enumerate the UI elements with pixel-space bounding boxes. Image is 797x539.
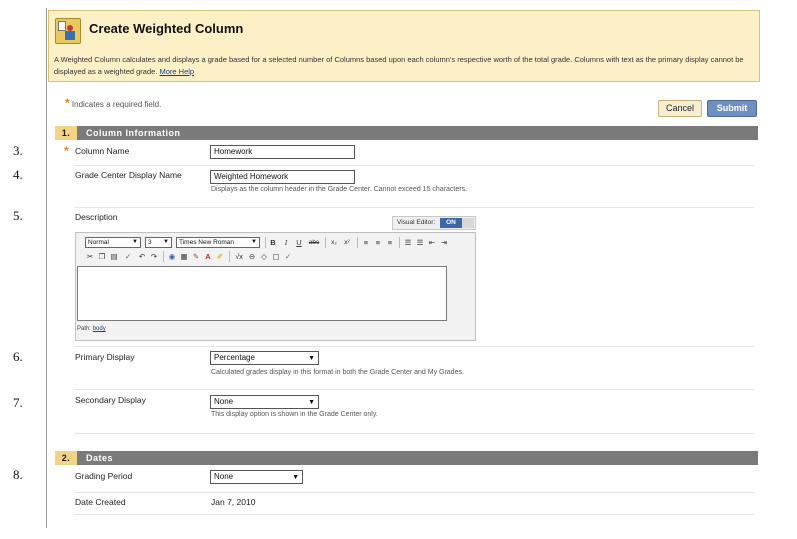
editor-toolbar-row-1: Normal ▼ 3 ▼ Times New Roman ▼ B I U abc x₂… <box>79 236 474 250</box>
more-help-link[interactable]: More Help <box>160 67 195 76</box>
copy-icon[interactable]: ❐ <box>97 251 107 262</box>
embed-icon[interactable]: ⊖ <box>247 251 257 262</box>
section-header-dates: 2. Dates <box>55 451 758 465</box>
cancel-button[interactable]: Cancel <box>658 100 702 117</box>
chevron-down-icon: ▼ <box>308 355 315 362</box>
primary-display-label: Primary Display <box>75 352 135 362</box>
required-note: * Indicates a required field. <box>65 96 161 110</box>
visual-editor-on[interactable]: ON <box>440 218 462 228</box>
row-divider <box>74 433 754 434</box>
editor-path-bar: Path: body <box>77 326 106 332</box>
section-number: 1. <box>55 126 77 140</box>
weighted-column-icon <box>55 18 81 44</box>
description-text: A Weighted Column calculates and display… <box>54 55 744 76</box>
required-star-icon: * <box>65 96 70 110</box>
display-name-input[interactable]: Weighted Homework <box>210 170 355 184</box>
grading-period-label: Grading Period <box>75 471 133 481</box>
section-title: Dates <box>86 453 114 463</box>
row-divider <box>74 207 754 208</box>
display-name-help: Displays as the column header in the Gra… <box>211 186 468 193</box>
strikethrough-icon[interactable]: abc <box>307 237 321 248</box>
underline-icon[interactable]: U <box>294 237 304 248</box>
step-number: 5. <box>13 208 23 223</box>
align-left-icon[interactable]: ≡ <box>361 237 371 248</box>
primary-display-help: Calculated grades display in this format… <box>211 369 464 376</box>
table-icon[interactable]: ▦ <box>179 251 189 262</box>
row-divider <box>74 165 754 166</box>
redo-icon[interactable]: ↷ <box>149 251 159 262</box>
path-label: Path: <box>77 326 92 332</box>
date-created-value: Jan 7, 2010 <box>211 497 256 507</box>
html-icon[interactable]: ◇ <box>259 251 269 262</box>
math-icon[interactable]: √x <box>233 251 245 262</box>
content-frame-border <box>46 8 47 528</box>
editor-toolbar-row-2: ✂ ❐ ▤ ✓ ↶ ↷ ◉ ▦ ✎ A ✐ √x ⊖ ◇ ▢ ✓ <box>79 250 474 264</box>
primary-display-value: Percentage <box>214 353 255 362</box>
visual-editor-toggle[interactable]: Visual Editor: ON <box>392 216 476 230</box>
subscript-icon[interactable]: x₂ <box>329 237 339 248</box>
page-description: A Weighted Column calculates and display… <box>54 54 754 78</box>
submit-button[interactable]: Submit <box>707 100 757 117</box>
required-star-icon: * <box>64 144 69 158</box>
page-title: Create Weighted Column <box>89 21 244 36</box>
bold-icon[interactable]: B <box>268 237 278 248</box>
path-body-link[interactable]: body <box>93 326 106 332</box>
font-size-select[interactable]: 3 ▼ <box>145 237 172 248</box>
step-number: 6. <box>13 349 23 364</box>
text-color-icon[interactable]: A <box>203 251 213 262</box>
column-name-input[interactable]: Homework <box>210 145 355 159</box>
undo-icon[interactable]: ↶ <box>137 251 147 262</box>
grading-period-select[interactable]: None ▼ <box>210 470 303 484</box>
link-icon[interactable]: ◉ <box>167 251 177 262</box>
italic-icon[interactable]: I <box>281 237 291 248</box>
align-center-icon[interactable]: ≡ <box>373 237 383 248</box>
font-family-select[interactable]: Times New Roman ▼ <box>176 237 260 248</box>
step-number: 8. <box>13 467 23 482</box>
outdent-icon[interactable]: ⇤ <box>427 237 437 248</box>
required-note-text: Indicates a required field. <box>71 100 162 109</box>
visual-editor-label: Visual Editor: <box>397 219 436 226</box>
column-name-label: Column Name <box>75 146 130 156</box>
primary-display-select[interactable]: Percentage ▼ <box>210 351 319 365</box>
secondary-display-label: Secondary Display <box>75 395 146 405</box>
secondary-display-help: This display option is shown in the Grad… <box>211 411 378 418</box>
superscript-icon[interactable]: x² <box>342 237 352 248</box>
section-header-column-information: 1. Column Information <box>55 126 758 140</box>
ordered-list-icon[interactable]: ☰ <box>403 237 413 248</box>
chevron-down-icon: ▼ <box>292 474 299 481</box>
check-icon[interactable]: ✓ <box>283 251 293 262</box>
paste-icon[interactable]: ▤ <box>109 251 119 262</box>
highlight-icon[interactable]: ✐ <box>215 251 225 262</box>
spellcheck-icon[interactable]: ✓ <box>123 251 133 262</box>
step-number: 3. <box>13 143 23 158</box>
cut-icon[interactable]: ✂ <box>85 251 95 262</box>
display-name-label: Grade Center Display Name <box>75 170 182 180</box>
chevron-down-icon: ▼ <box>308 399 315 406</box>
section-number: 2. <box>55 451 77 465</box>
step-number: 4. <box>13 167 23 182</box>
section-title: Column Information <box>86 128 181 138</box>
grading-period-value: None <box>214 472 234 481</box>
secondary-display-select[interactable]: None ▼ <box>210 395 319 409</box>
format-select[interactable]: Normal ▼ <box>85 237 141 248</box>
description-label: Description <box>75 212 118 222</box>
visual-editor-off[interactable] <box>462 218 474 228</box>
indent-icon[interactable]: ⇥ <box>439 237 449 248</box>
preview-icon[interactable]: ▢ <box>271 251 281 262</box>
row-divider <box>74 492 754 493</box>
row-divider <box>74 346 754 347</box>
step-number: 7. <box>13 395 23 410</box>
align-right-icon[interactable]: ≡ <box>385 237 395 248</box>
secondary-display-value: None <box>214 397 234 406</box>
description-textarea[interactable] <box>77 266 447 321</box>
image-icon[interactable]: ✎ <box>191 251 201 262</box>
row-divider <box>74 514 754 515</box>
row-divider <box>74 389 754 390</box>
unordered-list-icon[interactable]: ☰ <box>415 237 425 248</box>
date-created-label: Date Created <box>75 497 126 507</box>
